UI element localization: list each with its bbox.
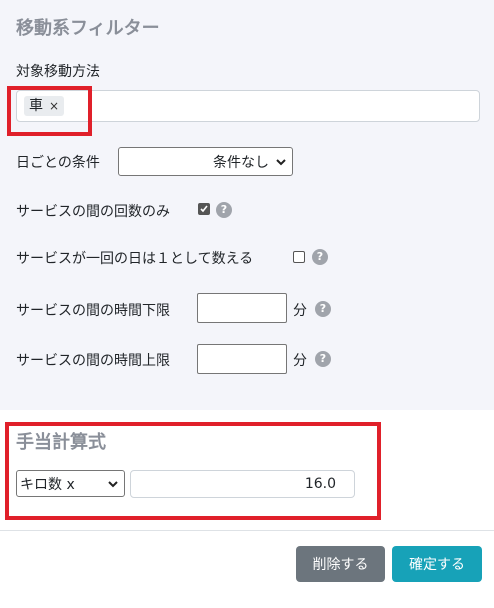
tag-chip: 車 × (24, 96, 65, 116)
target-method-label: 対象移動方法 (16, 64, 100, 80)
confirm-button[interactable]: 確定する (392, 546, 482, 582)
delete-button[interactable]: 削除する (296, 546, 385, 582)
help-icon[interactable]: ? (315, 301, 331, 317)
daily-condition-label: 日ごとの条件 (16, 155, 100, 171)
movement-filter-panel: 移動系フィルター 対象移動方法 車 × 日ごとの条件 条件なし サービスの間の回… (0, 0, 494, 410)
target-method-tag-input[interactable]: 車 × (16, 90, 480, 122)
tag-chip-label: 車 (29, 98, 43, 114)
help-icon[interactable]: ? (216, 202, 232, 218)
formula-value-input[interactable]: 16.0 (130, 470, 355, 498)
chevron-down-icon (276, 158, 286, 165)
count-as-one-checkbox[interactable] (293, 251, 305, 263)
count-as-one-label: サービスが一回の日は１として数える (16, 251, 254, 267)
allowance-title: 手当計算式 (16, 432, 106, 453)
service-count-only-checkbox[interactable] (198, 203, 210, 215)
movement-filter-title: 移動系フィルター (16, 18, 160, 39)
daily-condition-select[interactable]: 条件なし (118, 147, 293, 176)
time-upper-unit: 分 (293, 353, 307, 369)
service-count-only-label: サービスの間の回数のみ (16, 204, 170, 220)
time-lower-label: サービスの間の時間下限 (16, 303, 170, 319)
time-lower-input[interactable] (197, 293, 287, 323)
footer-divider (0, 530, 494, 531)
tag-remove-icon[interactable]: × (49, 96, 59, 116)
time-lower-unit: 分 (293, 303, 307, 319)
daily-condition-value: 条件なし (213, 154, 269, 171)
help-icon[interactable]: ? (312, 249, 328, 265)
chevron-down-icon (108, 480, 118, 487)
time-upper-input[interactable] (197, 344, 287, 374)
formula-select-value: キロ数 x (20, 476, 75, 493)
formula-select[interactable]: キロ数 x (16, 470, 125, 497)
check-icon (200, 205, 208, 213)
help-icon[interactable]: ? (315, 351, 331, 367)
time-upper-label: サービスの間の時間上限 (16, 353, 170, 369)
